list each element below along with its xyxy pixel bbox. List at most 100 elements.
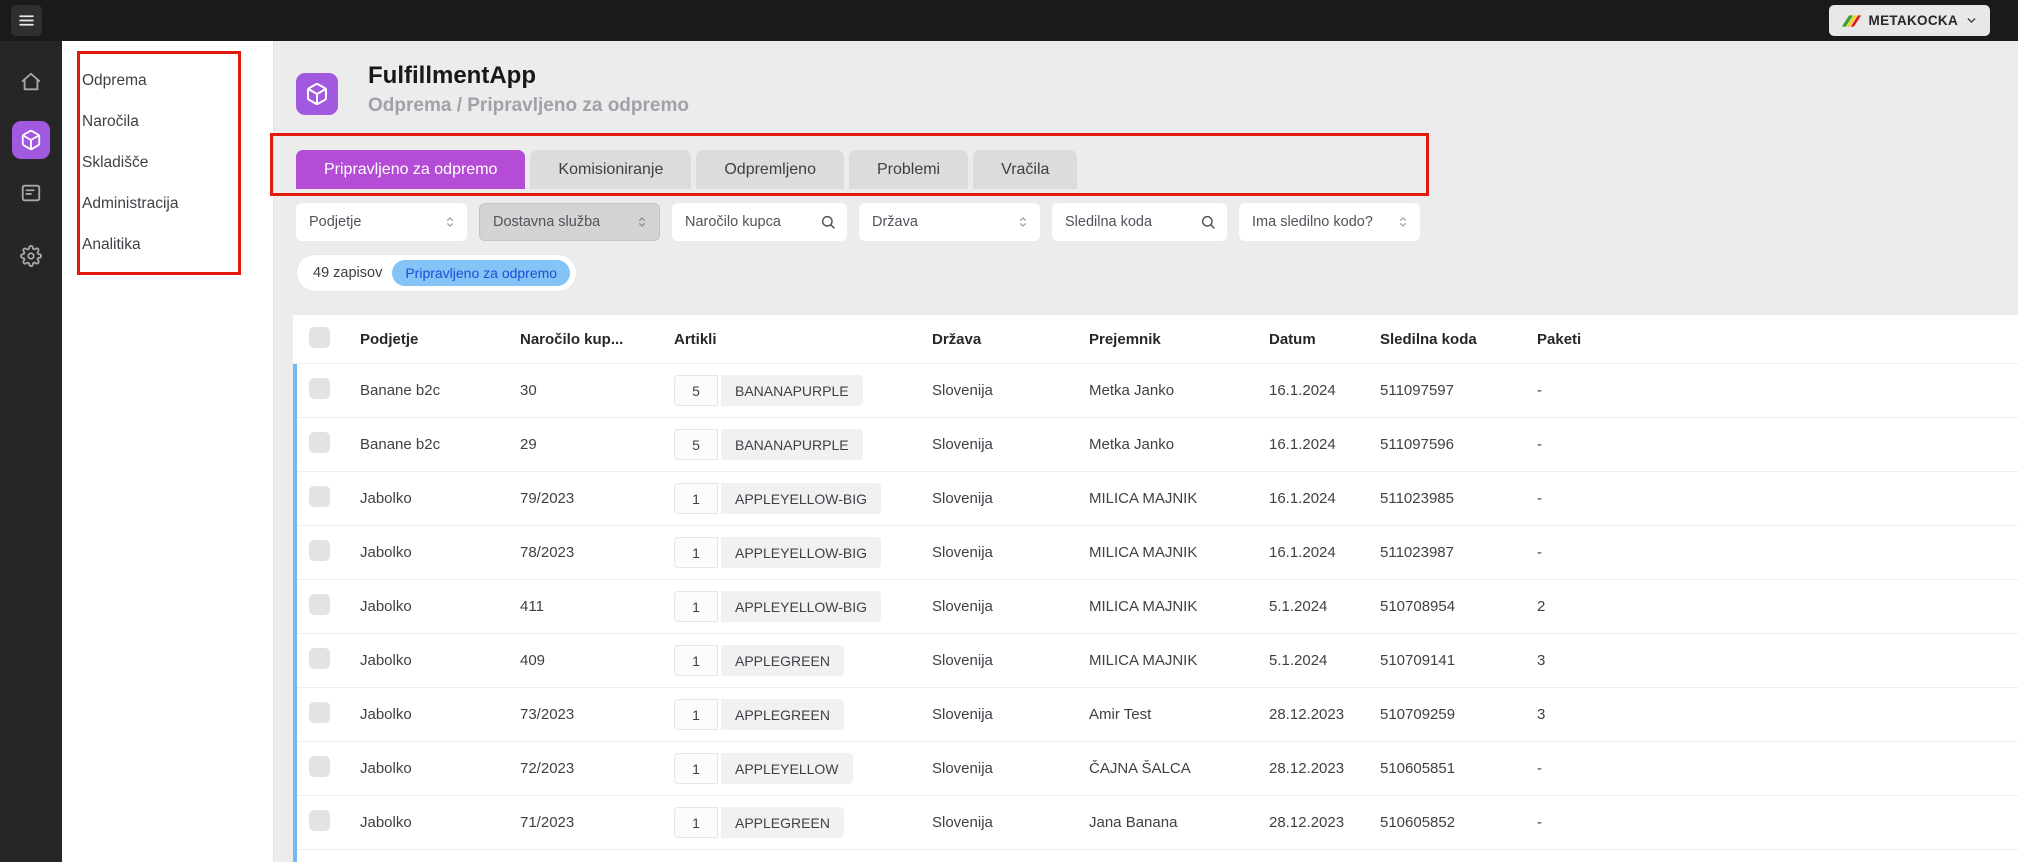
artikli-qty: 1 — [674, 645, 718, 676]
filter-podjetje-label: Podjetje — [309, 214, 362, 230]
row-checkbox[interactable] — [309, 648, 330, 669]
cell-paketi: - — [1537, 544, 1542, 561]
cell-prejemnik: Amir Test — [1089, 706, 1152, 723]
table-row[interactable]: Jabolko 409 1 APPLEGREEN Slovenija MILIC… — [293, 634, 2018, 688]
chevron-down-icon — [1965, 14, 1978, 27]
cell-sledilna-koda: 510709141 — [1380, 652, 1456, 669]
cell-paketi: 2 — [1537, 598, 1546, 615]
sidebar-item-narocila[interactable]: Naročila — [62, 101, 273, 142]
cell-artikli: 5 BANANAPURPLE — [674, 375, 932, 406]
forms-icon[interactable] — [12, 174, 50, 212]
filter-drzava-select[interactable]: Država — [859, 203, 1040, 241]
tab-vracila[interactable]: Vračila — [973, 150, 1078, 189]
filter-ima-sledilno-kodo-label: Ima sledilno kodo? — [1252, 214, 1373, 230]
column-header-paketi: Paketi — [1537, 330, 1582, 348]
column-header-artikli: Artikli — [674, 330, 717, 348]
table-row[interactable]: Jabolko 71/2023 1 APPLEGREEN Slovenija J… — [293, 796, 2018, 850]
row-checkbox[interactable] — [309, 432, 330, 453]
filter-podjetje-select[interactable]: Podjetje — [296, 203, 467, 241]
chevron-updown-icon — [635, 215, 649, 229]
row-checkbox[interactable] — [309, 756, 330, 777]
filter-drzava-label: Država — [872, 214, 918, 230]
cell-sledilna-koda: 511097596 — [1380, 436, 1454, 453]
column-header-drzava: Država — [932, 330, 982, 348]
results-count: 49 zapisov — [313, 265, 383, 281]
cell-podjetje: Banane b2c — [360, 436, 441, 453]
table-row[interactable]: Jabolko 72/2023 1 APPLEYELLOW Slovenija … — [293, 742, 2018, 796]
filter-dostavna-sluzba-select[interactable]: Dostavna služba — [479, 203, 660, 241]
artikli-qty: 1 — [674, 483, 718, 514]
sidebar-item-odprema[interactable]: Odprema — [62, 60, 273, 101]
hamburger-menu-button[interactable] — [11, 5, 42, 36]
settings-gear-icon[interactable] — [12, 237, 50, 275]
sledilna-koda-input[interactable] — [1065, 214, 1200, 230]
cell-drzava: Slovenija — [932, 382, 993, 399]
row-checkbox[interactable] — [309, 594, 330, 615]
table-row[interactable]: Jabolko 73/2023 1 APPLEGREEN Slovenija A… — [293, 688, 2018, 742]
sidebar-item-analitika[interactable]: Analitika — [62, 224, 273, 265]
cell-drzava: Slovenija — [932, 760, 993, 777]
column-header-narocilo: Naročilo kup... — [520, 330, 624, 348]
row-checkbox[interactable] — [309, 540, 330, 561]
artikli-code: APPLEYELLOW-BIG — [721, 483, 882, 514]
cell-datum: 16.1.2024 — [1269, 544, 1336, 561]
row-checkbox[interactable] — [309, 378, 330, 399]
artikli-code: APPLEGREEN — [721, 807, 844, 838]
table-row[interactable]: Jabolko 79/2023 1 APPLEYELLOW-BIG Sloven… — [293, 472, 2018, 526]
row-checkbox[interactable] — [309, 486, 330, 507]
tab-problemi[interactable]: Problemi — [848, 150, 969, 189]
cell-artikli: 1 APPLEYELLOW-BIG — [674, 591, 932, 622]
cell-podjetje: Jabolko — [360, 706, 412, 723]
sidebar-item-administracija[interactable]: Administracija — [62, 183, 273, 224]
row-checkbox[interactable] — [309, 810, 330, 831]
table-header-row: Podjetje Naročilo kup... Artikli Država … — [293, 315, 2018, 364]
cell-narocilo-kupca: 79/2023 — [520, 490, 575, 507]
tab-odpremljeno[interactable]: Odpremljeno — [696, 150, 844, 189]
narocilo-kupca-input[interactable] — [685, 214, 820, 230]
cell-artikli: 1 APPLEYELLOW-BIG — [674, 537, 932, 568]
artikli-qty: 1 — [674, 753, 718, 784]
cell-prejemnik: MILICA MAJNIK — [1089, 490, 1198, 507]
cell-narocilo-kupca: 78/2023 — [520, 544, 575, 561]
brand-label: METAKOCKA — [1868, 13, 1958, 28]
sidebar-item-skladisce[interactable]: Skladišče — [62, 142, 273, 183]
cell-artikli: 1 APPLEGREEN — [674, 699, 932, 730]
cell-artikli: 1 APPLEYELLOW-BIG — [674, 483, 932, 514]
cell-paketi: 3 — [1537, 706, 1546, 723]
topbar: METAKOCKA — [0, 0, 2018, 41]
cell-paketi: 3 — [1537, 652, 1546, 669]
home-icon[interactable] — [12, 63, 50, 101]
select-all-checkbox[interactable] — [309, 326, 330, 348]
account-brand-menu[interactable]: METAKOCKA — [1828, 5, 1990, 36]
cell-drzava: Slovenija — [932, 436, 993, 453]
table-body: Banane b2c 30 5 BANANAPURPLE Slovenija M… — [293, 364, 2018, 850]
table-row[interactable]: Banane b2c 30 5 BANANAPURPLE Slovenija M… — [293, 364, 2018, 418]
cell-artikli: 5 BANANAPURPLE — [674, 429, 932, 460]
artikli-code: BANANAPURPLE — [721, 375, 863, 406]
table-row[interactable]: Jabolko 411 1 APPLEYELLOW-BIG Slovenija … — [293, 580, 2018, 634]
cell-sledilna-koda: 510709259 — [1380, 706, 1456, 723]
shipments-table: Podjetje Naročilo kup... Artikli Država … — [293, 315, 2018, 862]
filter-ima-sledilno-kodo-select[interactable]: Ima sledilno kodo? — [1239, 203, 1420, 241]
cell-datum: 16.1.2024 — [1269, 436, 1336, 453]
cell-prejemnik: ČAJNA ŠALCA — [1089, 760, 1191, 777]
row-checkbox[interactable] — [309, 702, 330, 723]
chevron-updown-icon — [1016, 215, 1030, 229]
table-row[interactable]: Banane b2c 29 5 BANANAPURPLE Slovenija M… — [293, 418, 2018, 472]
cell-narocilo-kupca: 71/2023 — [520, 814, 575, 831]
column-header-datum: Datum — [1269, 330, 1316, 348]
chevron-updown-icon — [443, 215, 457, 229]
app-root: METAKOCKA Odprema Naročila Skladišče Adm… — [0, 0, 2018, 862]
artikli-code: APPLEYELLOW-BIG — [721, 591, 882, 622]
cell-datum: 5.1.2024 — [1269, 652, 1328, 669]
tab-komisioniranje[interactable]: Komisioniranje — [530, 150, 692, 189]
cell-artikli: 1 APPLEGREEN — [674, 807, 932, 838]
cell-sledilna-koda: 511097597 — [1380, 382, 1454, 399]
cell-narocilo-kupca: 411 — [520, 598, 544, 615]
cell-sledilna-koda: 510605852 — [1380, 814, 1456, 831]
table-row[interactable]: Jabolko 78/2023 1 APPLEYELLOW-BIG Sloven… — [293, 526, 2018, 580]
fulfillment-cube-icon[interactable] — [12, 121, 50, 159]
filter-sledilna-koda-search — [1052, 203, 1227, 241]
cell-prejemnik: Metka Janko — [1089, 382, 1175, 399]
tab-pripravljeno-za-odpremo[interactable]: Pripravljeno za odpremo — [296, 150, 526, 189]
